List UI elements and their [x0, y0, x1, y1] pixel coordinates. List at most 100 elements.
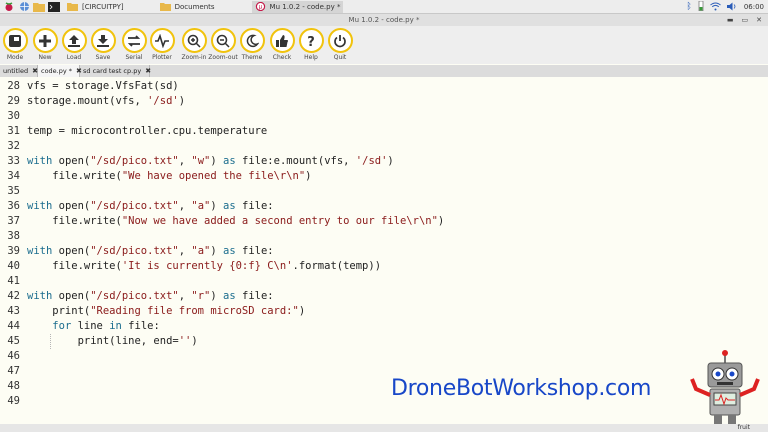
line-number: 47 [7, 365, 20, 377]
wifi-icon[interactable] [710, 2, 721, 13]
plotter-button[interactable]: Plotter [147, 28, 177, 64]
code-text: with open("/sd/pico.txt", "r") as file: [27, 290, 274, 302]
status-bar: fruit [0, 424, 768, 432]
line-number: 30 [7, 110, 20, 122]
code-line: 41 [0, 274, 768, 289]
mode-button[interactable]: Mode [0, 28, 30, 64]
window-titlebar: Mu 1.0.2 - code.py * ▬ ▭ ✕ [0, 14, 768, 26]
question-icon: ? [307, 35, 315, 48]
load-button[interactable]: Load [59, 28, 89, 64]
code-line: 28 vfs = storage.VfsFat(sd) [0, 79, 768, 94]
tab-sd-card-test[interactable]: sd card test cp.py ✖ [80, 65, 151, 77]
terminal-icon[interactable] [48, 1, 60, 12]
code-line: 37 file.write("Now we have added a secon… [0, 214, 768, 229]
code-editor[interactable]: 28 vfs = storage.VfsFat(sd) 29 storage.mou… [0, 78, 768, 424]
new-button[interactable]: New [30, 28, 60, 64]
code-line: 49 [0, 394, 768, 409]
code-line: 42 with open("/sd/pico.txt", "r") as file… [0, 289, 768, 304]
line-number: 32 [7, 140, 20, 152]
power-icon [334, 34, 346, 47]
code-text: file.write('It is currently {0:f} C\n'.f… [27, 260, 382, 272]
system-tray: ᛒ 06:00 [686, 0, 764, 13]
code-line: 43 print("Reading file from microSD card… [0, 304, 768, 319]
code-line: 29 storage.mount(vfs, '/sd') [0, 94, 768, 109]
line-number: 38 [7, 230, 20, 242]
code-line: 45 print(line, end='') [0, 334, 768, 349]
quit-button[interactable]: Quit [325, 28, 355, 64]
browser-icon[interactable] [18, 1, 30, 12]
mode-indicator[interactable]: fruit [738, 424, 750, 432]
line-number: 43 [7, 305, 20, 317]
code-line: 30 [0, 109, 768, 124]
code-text: file.write("Now we have added a second e… [27, 215, 445, 227]
line-number: 34 [7, 170, 20, 182]
code-text: storage.mount(vfs, '/sd') [27, 95, 186, 107]
svg-text:μ: μ [258, 5, 262, 11]
clock: 06:00 [743, 3, 764, 11]
volume-icon[interactable] [726, 2, 738, 13]
save-button[interactable]: Save [88, 28, 118, 64]
close-icon[interactable]: ✖ [145, 65, 151, 77]
folder-icon [67, 3, 78, 11]
code-text: print(line, end='') [27, 335, 198, 347]
mu-app-icon: μ [255, 2, 265, 11]
tab-label: code.py * [41, 67, 73, 75]
close-icon[interactable]: ✕ [756, 14, 762, 26]
thumbs-up-icon [276, 34, 288, 47]
code-line: 34 file.write("We have opened the file\r… [0, 169, 768, 184]
serial-button[interactable]: Serial [119, 28, 149, 64]
maximize-icon[interactable]: ▭ [742, 14, 749, 26]
tab-label: untitled [3, 67, 29, 75]
line-number: 37 [7, 215, 20, 227]
code-line: 38 [0, 229, 768, 244]
code-line: 44 for line in file: [0, 319, 768, 334]
line-number: 35 [7, 185, 20, 197]
upload-icon [68, 34, 80, 47]
code-line: 36 with open("/sd/pico.txt", "a") as file… [0, 199, 768, 214]
tab-code-py[interactable]: code.py * ✖ [38, 65, 82, 77]
zoom-out-button[interactable]: Zoom-out [208, 28, 238, 64]
line-number: 36 [7, 200, 20, 212]
cpu-monitor-icon [698, 0, 704, 13]
code-text: temp = microcontroller.cpu.temperature [27, 125, 268, 137]
robot-mascot-icon [690, 350, 760, 425]
taskbar-item-circuitpy[interactable]: [CIRCUITPY] [64, 1, 127, 13]
os-taskbar: [CIRCUITPY] Documents μ Mu 1.0.2 - code.… [0, 0, 768, 14]
code-text: print("Reading file from microSD card:") [27, 305, 306, 317]
waveform-icon [155, 33, 169, 48]
help-button[interactable]: ? Help [296, 28, 326, 64]
plus-icon [39, 34, 51, 47]
arrows-icon [127, 34, 141, 47]
watermark-text: DroneBotWorkshop.com [391, 376, 652, 401]
code-line: 35 [0, 184, 768, 199]
code-line: 32 [0, 139, 768, 154]
line-number: 29 [7, 95, 20, 107]
code-text: with open("/sd/pico.txt", "w") as file:e… [27, 155, 394, 167]
line-number: 31 [7, 125, 20, 137]
zoom-in-icon [187, 34, 201, 48]
line-number: 44 [7, 320, 20, 332]
mu-toolbar: Mode New Load Save Serial Plotter Zoom-i… [0, 26, 768, 64]
taskbar-item-mu[interactable]: μ Mu 1.0.2 - code.py * [251, 0, 344, 13]
check-button[interactable]: Check [267, 28, 297, 64]
line-number: 41 [7, 275, 20, 287]
code-line: 46 [0, 349, 768, 364]
code-text: file.write("We have opened the file\r\n"… [27, 170, 312, 182]
bluetooth-icon[interactable]: ᛒ [686, 2, 691, 12]
svg-text:?: ? [307, 35, 315, 48]
taskbar-item-label: Mu 1.0.2 - code.py * [269, 2, 341, 11]
file-manager-icon[interactable] [33, 1, 45, 12]
code-line: 40 file.write('It is currently {0:f} C\n… [0, 259, 768, 274]
taskbar-item-label: Documents [174, 2, 215, 11]
mode-icon [9, 34, 21, 47]
line-number: 39 [7, 245, 20, 257]
line-number: 46 [7, 350, 20, 362]
tab-untitled[interactable]: untitled ✖ [0, 65, 38, 77]
editor-tabs: untitled ✖ code.py * ✖ sd card test cp.p… [0, 65, 768, 77]
raspberry-menu-icon[interactable] [3, 1, 15, 12]
taskbar-item-documents[interactable]: Documents [157, 1, 218, 13]
line-number: 49 [7, 395, 20, 407]
zoom-in-button[interactable]: Zoom-in [179, 28, 209, 64]
minimize-icon[interactable]: ▬ [727, 14, 734, 26]
theme-button[interactable]: Theme [237, 28, 267, 64]
